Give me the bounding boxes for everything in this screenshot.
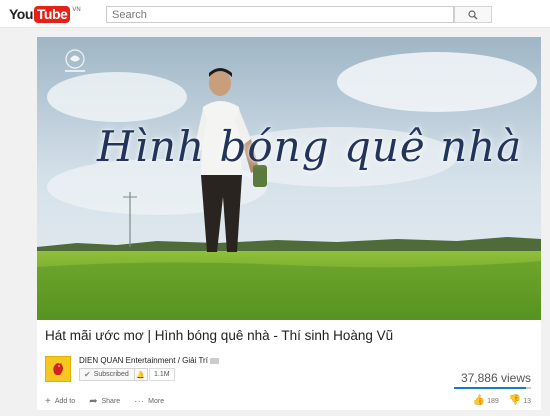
logo-you-text: You	[9, 6, 33, 22]
video-frame	[37, 37, 541, 320]
masthead: You Tube VN Search	[0, 0, 550, 28]
youtube-logo[interactable]: You Tube VN	[9, 6, 81, 23]
like-ratio-bar	[454, 387, 531, 389]
bell-icon[interactable]: 🔔	[133, 369, 147, 380]
video-player[interactable]: Hình bóng quê nhà	[37, 37, 541, 320]
search-icon	[468, 9, 478, 19]
rooster-icon	[53, 363, 63, 375]
like-button[interactable]: 👍 189	[473, 395, 499, 406]
share-icon: ➦	[89, 396, 98, 407]
search-input[interactable]: Search	[106, 6, 454, 23]
video-title: Hát mãi ước mơ | Hình bóng quê nhà - Thí…	[45, 328, 394, 343]
channel-name-text: DIEN QUAN Entertainment / Giải Trí	[79, 356, 208, 365]
video-overlay-title: Hình bóng quê nhà	[97, 122, 523, 171]
thumbs-up-icon: 👍	[472, 395, 486, 406]
plus-icon: +	[45, 396, 51, 407]
more-icon: ···	[134, 396, 145, 407]
like-count: 189	[487, 398, 499, 405]
channel-name[interactable]: DIEN QUAN Entertainment / Giải Trí	[79, 356, 219, 365]
share-button[interactable]: ➦ Share	[89, 396, 120, 407]
more-label: More	[148, 398, 165, 405]
search-button[interactable]	[454, 6, 492, 23]
logo-region: VN	[72, 7, 81, 13]
add-to-label: Add to	[54, 398, 76, 405]
share-label: Share	[101, 398, 121, 405]
dislike-count: 13	[523, 398, 531, 405]
video-info-card: Hát mãi ước mơ | Hình bóng quê nhà - Thí…	[37, 320, 541, 410]
subscribe-label: Subscribed	[93, 371, 129, 378]
thumbs-down-icon: 👎	[508, 395, 522, 406]
logo-tube-text: Tube	[33, 6, 71, 23]
subscribe-button[interactable]: ✔ Subscribed 🔔	[79, 368, 148, 381]
more-button[interactable]: ··· More	[134, 396, 164, 407]
view-count: 37,886 views	[460, 371, 531, 385]
subscriber-count: 1.1M	[149, 368, 175, 381]
add-to-button[interactable]: + Add to	[45, 396, 75, 407]
check-icon: ✔	[84, 370, 91, 379]
channel-avatar[interactable]	[45, 356, 71, 382]
verified-icon	[209, 357, 219, 364]
like-dislike: 👍 189 👎 13	[473, 395, 531, 406]
dislike-button[interactable]: 👎 13	[509, 395, 531, 406]
action-bar: + Add to ➦ Share ··· More	[45, 396, 164, 407]
